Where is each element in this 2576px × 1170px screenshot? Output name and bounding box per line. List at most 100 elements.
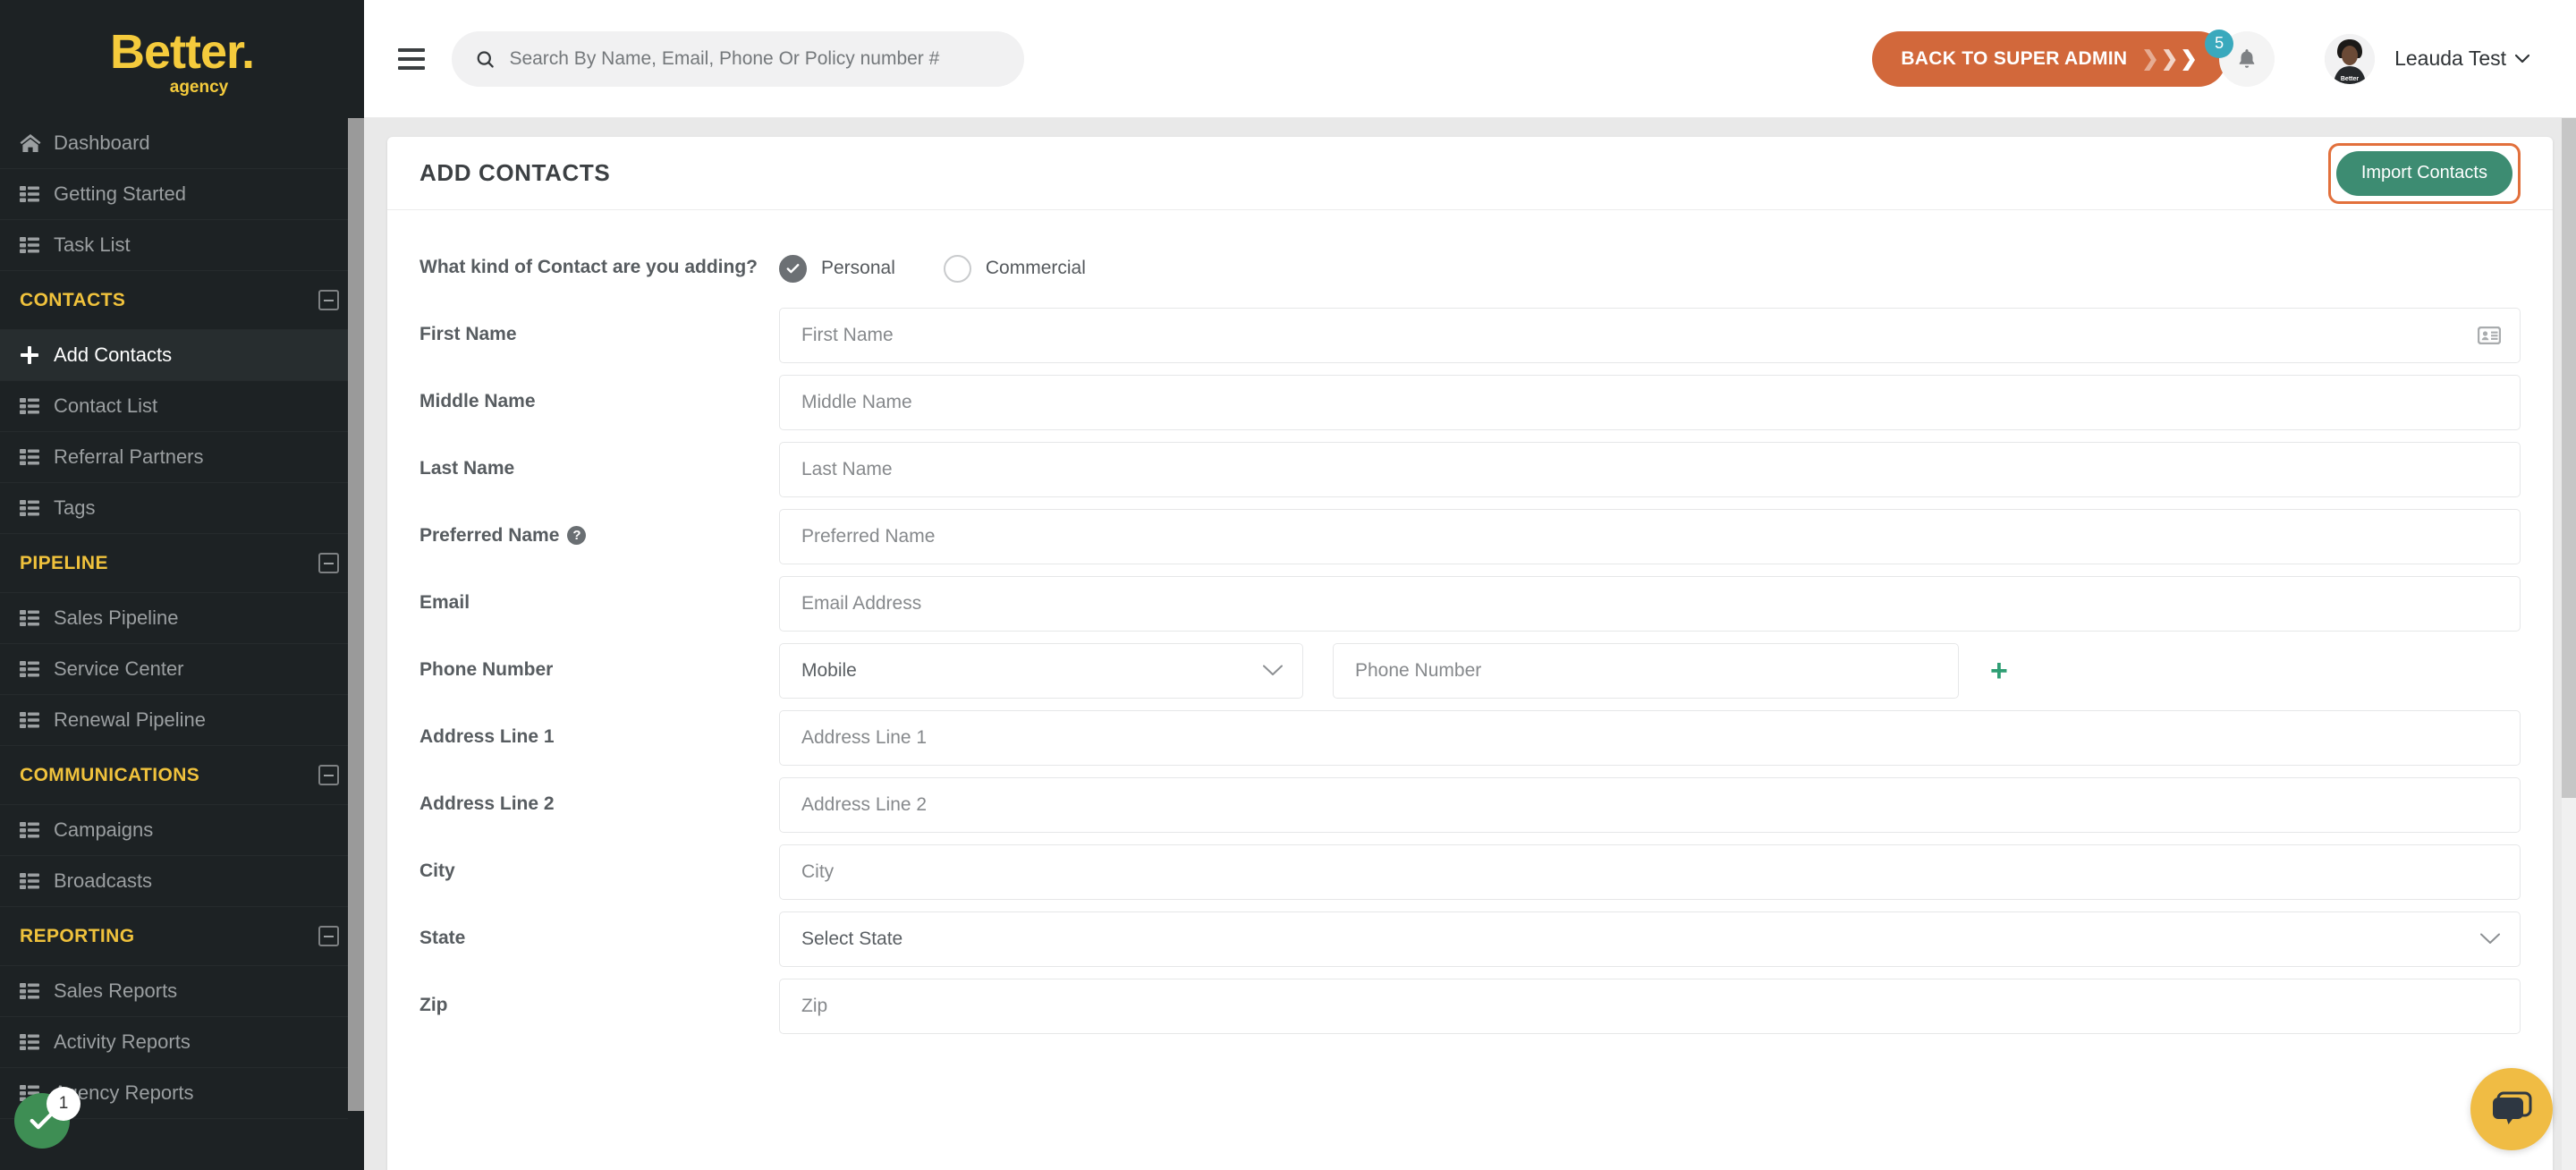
list-icon [20, 821, 54, 839]
preferred-name-label-wrap: Preferred Name ? [419, 509, 779, 548]
sidebar-item-activity-reports[interactable]: Activity Reports [0, 1017, 364, 1068]
content-scrollbar-thumb[interactable] [2562, 118, 2576, 798]
email-input[interactable] [779, 576, 2521, 632]
add-contacts-card: ADD CONTACTS Import Contacts What kind o… [387, 137, 2553, 1170]
sidebar-item-broadcasts[interactable]: Broadcasts [0, 856, 364, 907]
list-icon [20, 660, 54, 678]
sidebar-group-reporting: REPORTING [0, 907, 364, 966]
sidebar-item-label: Sales Pipeline [54, 606, 179, 629]
super-admin-label: BACK TO SUPER ADMIN [1901, 47, 2128, 69]
sidebar-item-tags[interactable]: Tags [0, 483, 364, 534]
sidebar-item-service-center[interactable]: Service Center [0, 644, 364, 695]
chat-bubble-icon [2493, 1091, 2532, 1124]
first-name-field [779, 308, 2521, 363]
form-row-middle-name: Middle Name [419, 375, 2521, 430]
sidebar-group-label: CONTACTS [20, 289, 126, 310]
form-row-email: Email [419, 576, 2521, 632]
list-icon [20, 609, 54, 627]
sidebar-item-label: Getting Started [54, 182, 186, 205]
radio-commercial[interactable]: Commercial [943, 254, 1086, 283]
avatar-image: Better [2325, 33, 2376, 84]
sidebar-group-pipeline: PIPELINE [0, 534, 364, 593]
top-bar: BACK TO SUPER ADMIN ❯❯❯ 5 [364, 0, 2576, 118]
preferred-name-field [779, 509, 2521, 564]
hamburger-icon[interactable] [398, 47, 430, 70]
collapse-icon[interactable] [318, 765, 339, 785]
brand-logo[interactable]: Better. agency [0, 0, 364, 118]
preferred-name-input[interactable] [779, 509, 2521, 564]
city-input[interactable] [779, 844, 2521, 900]
svg-text:Better: Better [2341, 76, 2360, 82]
sidebar-item-label: Add Contacts [54, 343, 173, 366]
list-icon [20, 499, 54, 517]
back-to-super-admin-button[interactable]: BACK TO SUPER ADMIN ❯ ❯ ❯ [1872, 30, 2227, 87]
sidebar-scrollbar-thumb[interactable] [348, 118, 364, 1111]
help-icon[interactable]: ? [567, 526, 587, 545]
address-line-2-field [779, 777, 2521, 833]
sidebar-item-renewal-pipeline[interactable]: Renewal Pipeline [0, 695, 364, 746]
email-label: Email [419, 592, 470, 613]
sidebar-item-label: Task List [54, 233, 131, 256]
sidebar-item-getting-started[interactable]: Getting Started [0, 169, 364, 220]
zip-input[interactable] [779, 979, 2521, 1034]
avatar[interactable]: Better [2325, 33, 2376, 84]
sidebar-item-add-contacts[interactable]: Add Contacts [0, 330, 364, 381]
chevrons-right-icon: ❯ ❯ ❯ [2141, 47, 2199, 70]
sidebar-item-dashboard[interactable]: Dashboard [0, 118, 364, 169]
state-field: Select State [779, 911, 2521, 967]
email-field [779, 576, 2521, 632]
state-value: Select State [801, 928, 903, 949]
sidebar-item-referral-partners[interactable]: Referral Partners [0, 432, 364, 483]
sidebar-group-contacts: CONTACTS [0, 271, 364, 330]
chevron-down-icon [2480, 928, 2500, 950]
sidebar-item-label: Service Center [54, 657, 184, 680]
first-name-input[interactable] [779, 308, 2521, 363]
notifications-button[interactable]: 5 [2205, 29, 2275, 87]
sidebar-item-task-list[interactable]: Task List [0, 220, 364, 271]
radio-commercial-label: Commercial [985, 258, 1086, 278]
user-menu[interactable]: Leauda Test [2394, 47, 2529, 71]
middle-name-input[interactable] [779, 375, 2521, 430]
sidebar-item-contact-list[interactable]: Contact List [0, 381, 364, 432]
chat-widget-button[interactable] [2470, 1068, 2553, 1150]
hamburger-bar [398, 65, 425, 70]
sidebar-item-label: Renewal Pipeline [54, 708, 206, 731]
form-row-state: State Select State [419, 911, 2521, 967]
form-row-city: City [419, 844, 2521, 900]
add-contact-form: What kind of Contact are you adding? Per… [387, 210, 2553, 1081]
address-line-2-input[interactable] [779, 777, 2521, 833]
sidebar-item-sales-reports[interactable]: Sales Reports [0, 966, 364, 1017]
card-header: ADD CONTACTS Import Contacts [387, 137, 2553, 210]
zip-label: Zip [419, 995, 448, 1015]
form-row-first-name: First Name [419, 308, 2521, 363]
global-search[interactable] [452, 30, 1024, 87]
address-card-icon[interactable] [2478, 326, 2501, 344]
sidebar: Better. agency Dashboard Getting Started T… [0, 0, 364, 1170]
bell-icon [2239, 48, 2255, 68]
form-row-address-1: Address Line 1 [419, 710, 2521, 766]
phone-type-value: Mobile [801, 660, 857, 681]
list-icon [20, 1033, 54, 1051]
phone-number-input[interactable] [1333, 643, 1959, 699]
collapse-icon[interactable] [318, 926, 339, 946]
notification-badge: 5 [2205, 29, 2234, 58]
sidebar-group-label: REPORTING [20, 925, 135, 946]
sidebar-item-campaigns[interactable]: Campaigns [0, 805, 364, 856]
city-label: City [419, 861, 455, 881]
collapse-icon[interactable] [318, 553, 339, 573]
import-contacts-button[interactable]: Import Contacts [2335, 150, 2512, 196]
address-line-1-field [779, 710, 2521, 766]
search-input[interactable] [509, 47, 1001, 70]
sidebar-item-sales-pipeline[interactable]: Sales Pipeline [0, 593, 364, 644]
onboarding-check-count: 1 [47, 1087, 80, 1121]
last-name-input[interactable] [779, 442, 2521, 497]
state-select[interactable]: Select State [779, 911, 2521, 967]
hamburger-bar [398, 47, 425, 52]
phone-type-select[interactable]: Mobile [779, 643, 1303, 699]
address-line-1-input[interactable] [779, 710, 2521, 766]
list-icon [20, 982, 54, 1000]
sidebar-item-label: Tags [54, 496, 96, 519]
radio-personal[interactable]: Personal [779, 254, 895, 283]
collapse-icon[interactable] [318, 290, 339, 310]
add-phone-button[interactable]: + [1990, 656, 2008, 686]
